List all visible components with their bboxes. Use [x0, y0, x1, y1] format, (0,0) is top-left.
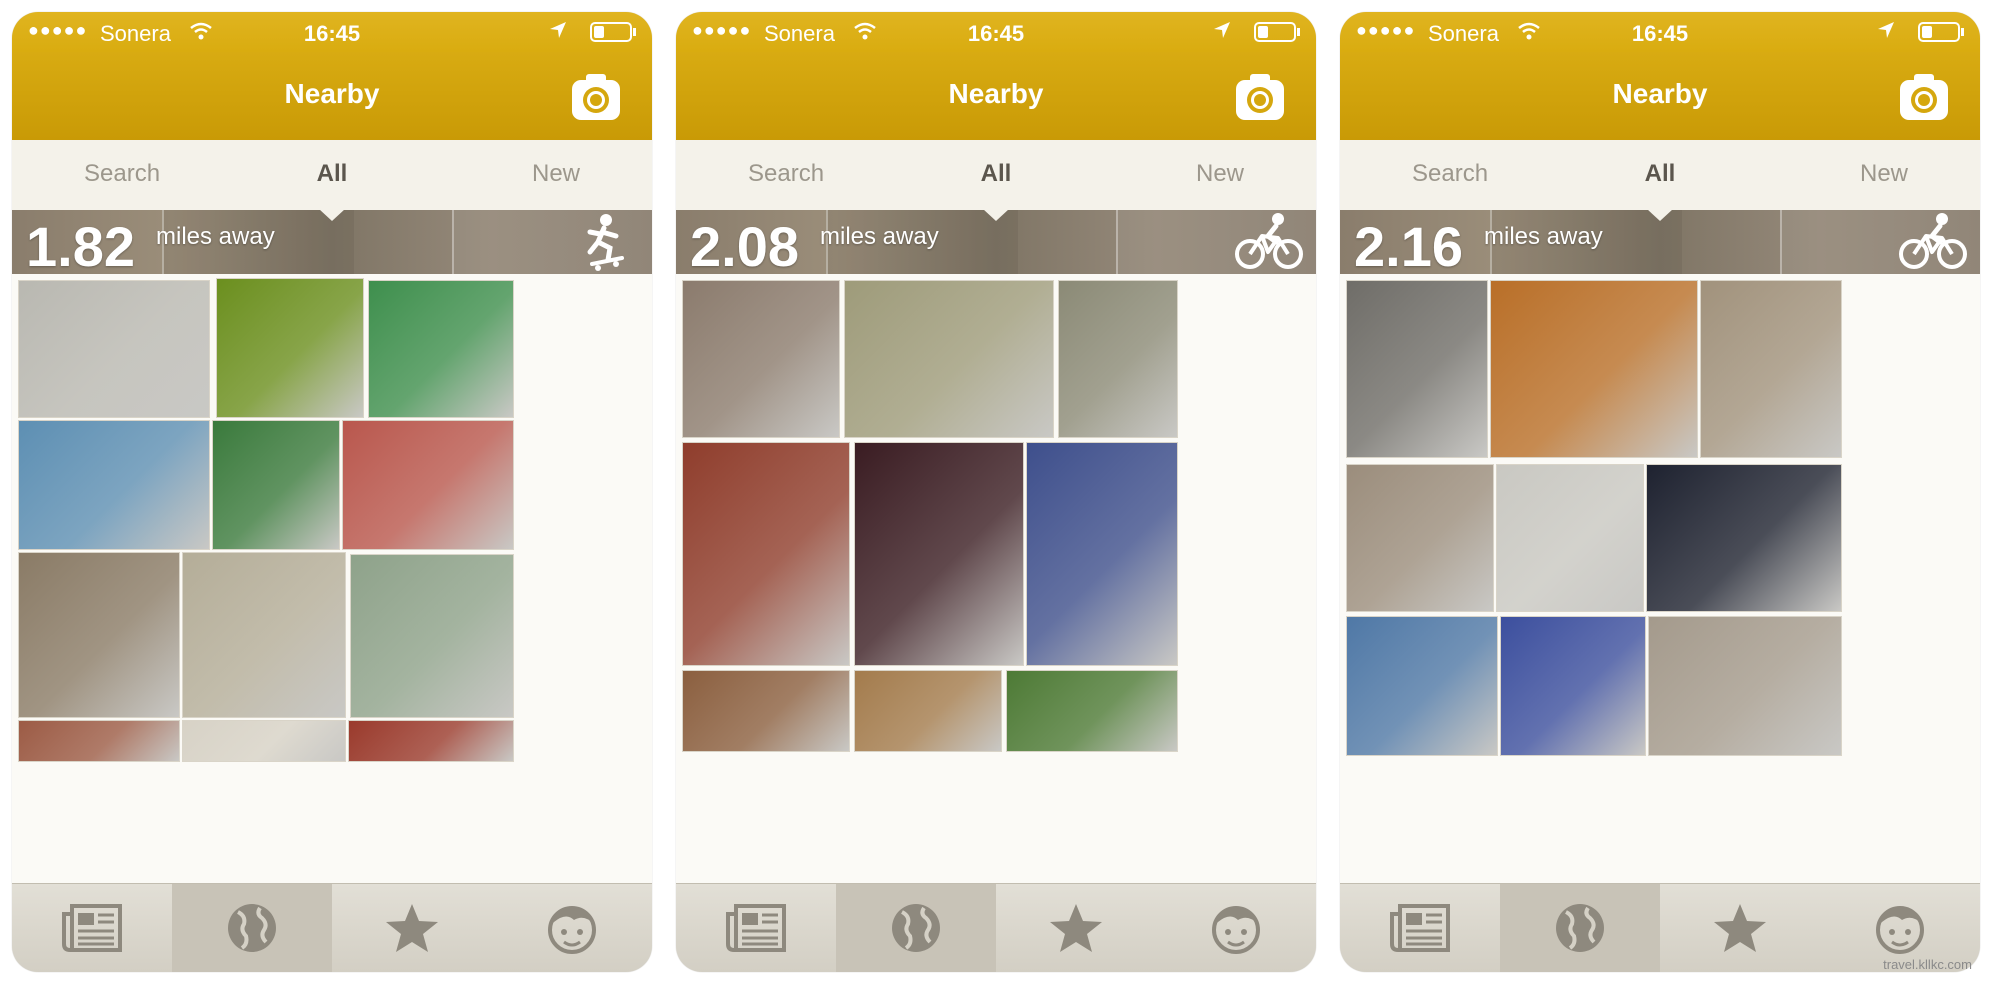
- camera-button[interactable]: [570, 72, 622, 122]
- navigation-bar: Nearby: [1340, 52, 1980, 140]
- tab-globe[interactable]: [1500, 884, 1660, 972]
- segment-new[interactable]: New: [1196, 160, 1244, 188]
- camera-icon: [570, 74, 622, 126]
- photo-thumbnail[interactable]: [682, 442, 850, 666]
- camera-icon: [1898, 74, 1950, 126]
- photo-thumbnail[interactable]: [348, 720, 514, 762]
- segment-new[interactable]: New: [1860, 160, 1908, 188]
- location-arrow-icon: [1212, 20, 1232, 46]
- distance-value: 2.08: [690, 215, 799, 274]
- navigation-bar: Nearby: [676, 52, 1316, 140]
- photo-thumbnail[interactable]: [1006, 670, 1178, 752]
- status-bar: ●●●●● Sonera 16:45: [12, 12, 652, 52]
- battery-icon: [1254, 22, 1302, 42]
- photo-grid: [676, 274, 1316, 884]
- skateboard-icon: [570, 212, 640, 272]
- photo-thumbnail[interactable]: [18, 552, 180, 718]
- page-title: Nearby: [1612, 78, 1708, 109]
- photo-thumbnail[interactable]: [854, 442, 1024, 666]
- segment-new[interactable]: New: [532, 160, 580, 188]
- distance-banner: 2.16 miles away: [1340, 210, 1980, 274]
- photo-thumbnail[interactable]: [368, 280, 514, 418]
- tab-newspaper[interactable]: [1340, 884, 1500, 972]
- page-title: Nearby: [948, 78, 1044, 109]
- photo-thumbnail[interactable]: [854, 670, 1002, 752]
- tab-bar: [12, 883, 652, 972]
- photo-thumbnail[interactable]: [18, 720, 180, 762]
- tab-profile-face[interactable]: [492, 884, 652, 972]
- photo-thumbnail[interactable]: [1648, 616, 1842, 756]
- photo-thumbnail[interactable]: [1500, 616, 1646, 756]
- photo-thumbnail[interactable]: [1346, 280, 1488, 458]
- bicycle-icon: [1898, 212, 1968, 272]
- location-arrow-icon: [1876, 20, 1896, 46]
- page-title: Nearby: [284, 78, 380, 109]
- tab-star[interactable]: [996, 884, 1156, 972]
- camera-icon: [1234, 74, 1286, 126]
- phone-screen-3: ●●●●● Sonera 16:45 Nearby Search All New…: [1340, 12, 1980, 972]
- segmented-control: Search All New: [12, 140, 652, 210]
- location-arrow-icon: [548, 20, 568, 46]
- distance-unit: miles away: [1484, 223, 1603, 250]
- photo-thumbnail[interactable]: [216, 278, 364, 418]
- tab-bar: [676, 883, 1316, 972]
- tab-globe[interactable]: [172, 884, 332, 972]
- watermark: travel.kllkc.com: [1883, 957, 1972, 972]
- photo-thumbnail[interactable]: [18, 420, 210, 550]
- photo-thumbnail[interactable]: [350, 554, 514, 718]
- status-bar: ●●●●● Sonera 16:45: [676, 12, 1316, 52]
- photo-thumbnail[interactable]: [1026, 442, 1178, 666]
- photo-thumbnail[interactable]: [18, 280, 210, 418]
- phone-screen-2: ●●●●● Sonera 16:45 Nearby Search All New…: [676, 12, 1316, 972]
- segment-pointer: [319, 210, 345, 221]
- photo-thumbnail[interactable]: [682, 670, 850, 752]
- tab-star[interactable]: [332, 884, 492, 972]
- distance-value: 1.82: [26, 215, 135, 274]
- tab-star[interactable]: [1660, 884, 1820, 972]
- segment-pointer: [1647, 210, 1673, 221]
- phone-screen-1: ●●●●● Sonera 16:45 Nearby Search All New…: [12, 12, 652, 972]
- distance-banner: 2.08 miles away: [676, 210, 1316, 274]
- segmented-control: Search All New: [676, 140, 1316, 210]
- segment-pointer: [983, 210, 1009, 221]
- tab-globe[interactable]: [836, 884, 996, 972]
- photo-thumbnail[interactable]: [182, 720, 346, 762]
- tab-newspaper[interactable]: [676, 884, 836, 972]
- battery-icon: [590, 22, 638, 42]
- distance-unit: miles away: [156, 223, 275, 250]
- camera-button[interactable]: [1898, 72, 1950, 122]
- tab-profile-face[interactable]: [1156, 884, 1316, 972]
- segmented-control: Search All New: [1340, 140, 1980, 210]
- distance-banner: 1.82 miles away: [12, 210, 652, 274]
- bicycle-icon: [1234, 212, 1304, 272]
- status-bar: ●●●●● Sonera 16:45: [1340, 12, 1980, 52]
- photo-thumbnail[interactable]: [1700, 280, 1842, 458]
- photo-thumbnail[interactable]: [1346, 616, 1498, 756]
- photo-thumbnail[interactable]: [342, 420, 514, 550]
- photo-thumbnail[interactable]: [182, 552, 346, 718]
- photo-thumbnail[interactable]: [1058, 280, 1178, 438]
- navigation-bar: Nearby: [12, 52, 652, 140]
- photo-thumbnail[interactable]: [1346, 464, 1494, 612]
- photo-thumbnail[interactable]: [682, 280, 840, 438]
- photo-grid: [1340, 274, 1980, 884]
- photo-thumbnail[interactable]: [844, 280, 1054, 438]
- battery-icon: [1918, 22, 1966, 42]
- photo-grid: [12, 274, 652, 884]
- photo-thumbnail[interactable]: [1646, 464, 1842, 612]
- distance-value: 2.16: [1354, 215, 1463, 274]
- tab-newspaper[interactable]: [12, 884, 172, 972]
- photo-thumbnail[interactable]: [1490, 280, 1698, 458]
- photo-thumbnail[interactable]: [212, 420, 340, 550]
- distance-unit: miles away: [820, 223, 939, 250]
- photo-thumbnail[interactable]: [1496, 464, 1644, 612]
- camera-button[interactable]: [1234, 72, 1286, 122]
